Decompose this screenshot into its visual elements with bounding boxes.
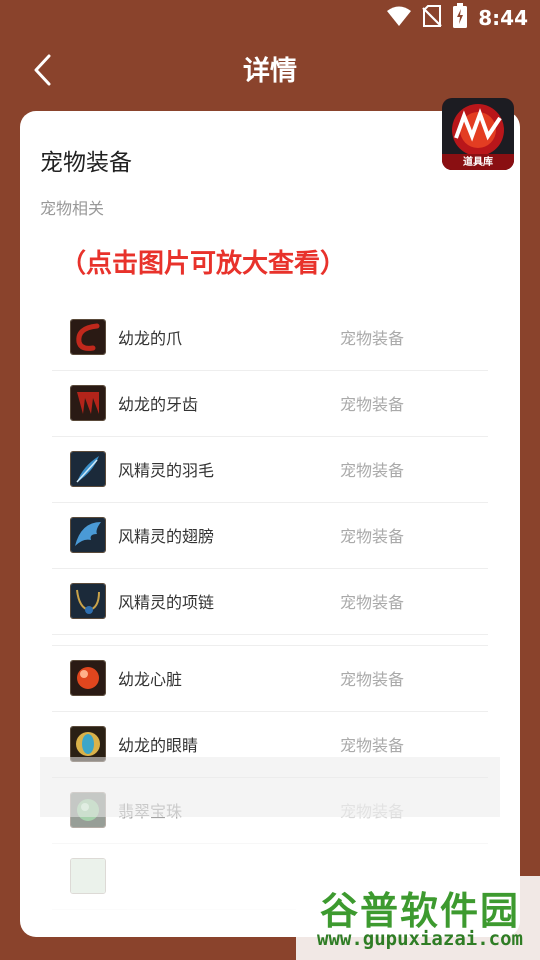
item-name: 风精灵的项链 <box>118 593 215 612</box>
list-divider <box>52 635 488 646</box>
list-item[interactable]: 风精灵的翅膀 宠物装备 <box>52 503 488 569</box>
item-type: 宠物装备 <box>340 593 405 612</box>
detail-title: 宠物装备 <box>40 150 132 176</box>
app-bar: 详情 <box>0 40 540 104</box>
list-item[interactable]: 风精灵的项链 宠物装备 <box>52 569 488 635</box>
item-name: 幼龙的牙齿 <box>118 395 199 414</box>
item-name: 风精灵的羽毛 <box>118 461 215 480</box>
game-logo[interactable]: 道具库 <box>442 98 514 170</box>
battery-icon <box>452 3 468 33</box>
item-type: 宠物装备 <box>340 527 405 546</box>
feather-icon <box>70 451 106 487</box>
item-type: 宠物装备 <box>340 329 405 348</box>
status-time: 8:44 <box>478 6 528 30</box>
no-sim-icon <box>422 4 443 32</box>
list-item[interactable]: 幼龙心脏 宠物装备 <box>52 646 488 712</box>
dragon-claw-icon <box>70 319 106 355</box>
status-icons: 8:44 <box>386 3 528 33</box>
watermark-title: 谷普软件园 <box>319 889 520 933</box>
watermark: 谷普软件园 www.gupuxiazai.com <box>296 876 540 960</box>
wifi-icon <box>386 5 412 31</box>
item-type: 宠物装备 <box>340 736 405 755</box>
dragon-heart-icon <box>70 660 106 696</box>
list-item[interactable]: 幼龙的爪 宠物装备 <box>52 305 488 371</box>
item-name: 风精灵的翅膀 <box>118 527 215 546</box>
logo-banner-text: 道具库 <box>463 157 493 168</box>
item-list: 幼龙的爪 宠物装备 幼龙的牙齿 宠物装备 风精灵的羽毛 宠物装备 风精灵的翅膀 … <box>52 305 488 910</box>
item-type: 宠物装备 <box>340 461 405 480</box>
item-name: 幼龙的爪 <box>118 329 183 348</box>
item-type: 宠物装备 <box>340 395 405 414</box>
zoom-hint: （点击图片可放大查看） <box>60 249 347 279</box>
status-bar: 8:44 <box>0 0 540 36</box>
page-title: 详情 <box>243 56 297 87</box>
detail-card: 宠物装备 宠物相关 （点击图片可放大查看） 幼龙的爪 宠物装备 幼龙的牙齿 宠物… <box>20 111 520 937</box>
scroll-fade-overlay <box>40 757 500 817</box>
item-name: 幼龙心脏 <box>118 670 183 689</box>
item-icon <box>70 858 106 894</box>
detail-category: 宠物相关 <box>40 199 105 218</box>
dragon-fang-icon <box>70 385 106 421</box>
list-item[interactable]: 幼龙的牙齿 宠物装备 <box>52 371 488 437</box>
list-item[interactable]: 风精灵的羽毛 宠物装备 <box>52 437 488 503</box>
watermark-url: www.gupuxiazai.com <box>317 928 523 950</box>
item-type: 宠物装备 <box>340 670 405 689</box>
necklace-icon <box>70 583 106 619</box>
item-name: 幼龙的眼睛 <box>118 736 199 755</box>
wing-icon <box>70 517 106 553</box>
